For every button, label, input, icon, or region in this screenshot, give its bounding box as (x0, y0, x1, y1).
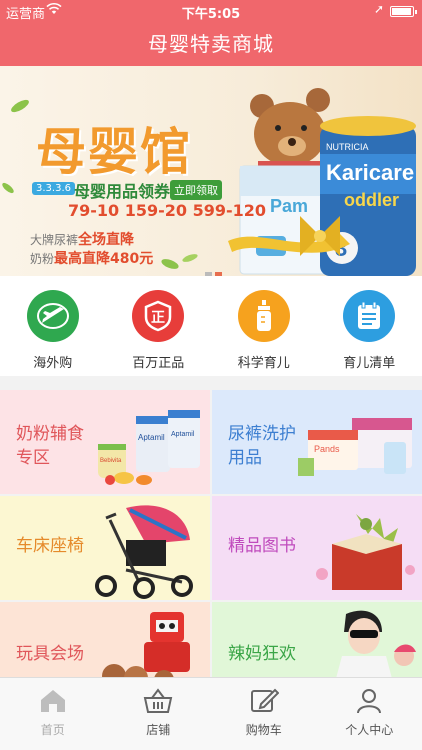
baby-bottle-icon (237, 290, 290, 342)
category-label: 尿裤洗护 用品 (228, 424, 296, 468)
tab-shop[interactable]: 店铺 (106, 678, 212, 750)
status-bar: 运营商 下午5:05 ➚ (0, 0, 422, 22)
svg-text:正: 正 (151, 310, 165, 326)
airplane-icon (26, 290, 79, 342)
category-label: 奶粉辅食 专区 (16, 424, 84, 468)
quick-entry-label: 科学育儿 (237, 356, 290, 371)
banner-brand: 母婴馆 (36, 123, 192, 181)
battery-icon (390, 6, 417, 17)
category-label: 车床座椅 (16, 536, 84, 556)
quick-entry-label: 海外购 (33, 356, 73, 371)
checklist-icon (343, 290, 396, 342)
tab-cart[interactable]: 购物车 (211, 678, 317, 750)
can-name: Karicare (326, 160, 414, 185)
edit-icon (250, 688, 280, 712)
shield-icon: 正 (132, 290, 185, 342)
toy-robot-image (102, 612, 190, 686)
can-brand: NUTRICIA (326, 142, 369, 152)
category-books[interactable]: 精品图书 (212, 496, 422, 600)
carousel-dots[interactable] (205, 262, 225, 276)
home-icon (40, 690, 65, 712)
basket-icon (144, 688, 173, 713)
milk-products-image: Aptamil Aptamil Bebivita (98, 410, 200, 485)
category-milk-food[interactable]: 奶粉辅食 专区 Aptamil Aptamil Bebivita (0, 390, 210, 494)
stroller-image (95, 505, 193, 599)
category-label: 精品图书 (228, 536, 296, 556)
quick-entry-label: 百万正品 (132, 356, 185, 371)
tab-label: 购物车 (245, 723, 282, 737)
quick-entry-checklist[interactable]: 育儿清单 (317, 276, 422, 376)
quick-entry-genuine[interactable]: 正 百万正品 (106, 276, 212, 376)
promo-banner[interactable]: Pam NUTRICIA Karicare oddler 3 母婴馆 3.3.3… (0, 66, 422, 276)
can-sub: oddler (344, 190, 399, 210)
svg-text:Aptamil: Aptamil (138, 433, 165, 442)
category-label: 玩具会场 (16, 644, 84, 664)
quick-entry-overseas[interactable]: 海外购 (0, 276, 106, 376)
banner-milk-promo: 奶粉最高直降480元 (30, 251, 154, 267)
category-diaper-care[interactable]: 尿裤洗护 用品 Pands (212, 390, 422, 494)
svg-text:Pands: Pands (314, 444, 340, 454)
category-label: 辣妈狂欢 (228, 644, 296, 664)
category-stroller-seat[interactable]: 车床座椅 (0, 496, 210, 600)
tab-label: 个人中心 (345, 723, 394, 737)
quick-entry-parenting[interactable]: 科学育儿 (211, 276, 317, 376)
tab-label: 店铺 (146, 723, 171, 737)
diaper-brand: Pam (270, 196, 308, 216)
banner-coupon-text: 母婴用品领券 (74, 182, 171, 201)
quick-entry-row: 海外购 正 百万正品 科学育儿 育儿清单 (0, 276, 422, 376)
tab-profile[interactable]: 个人中心 (317, 678, 422, 750)
nav-bar: 母婴特卖商城 (0, 22, 422, 66)
svg-text:Bebivita: Bebivita (100, 458, 122, 464)
banner-diaper-promo: 大牌尿裤全场直降 (30, 232, 135, 248)
tab-home[interactable]: 首页 (0, 678, 106, 750)
banner-date-tag: 3.3.3.6 (32, 182, 75, 195)
claim-coupon-button[interactable]: 立即领取 (170, 180, 222, 200)
mom-baby-image (334, 610, 416, 686)
quick-entry-label: 育儿清单 (343, 356, 396, 371)
clock: 下午5:05 (181, 7, 241, 22)
svg-text:Aptamil: Aptamil (171, 431, 195, 438)
user-icon (357, 689, 382, 714)
location-icon: ➚ (373, 2, 384, 16)
page-title: 母婴特卖商城 (148, 32, 274, 56)
banner-discount-steps: 79-10 159-20 599-120 (68, 201, 267, 220)
tab-label: 首页 (40, 723, 65, 737)
tab-bar: 首页 店铺 购物车 个人中心 (0, 677, 422, 750)
diaper-products-image: Pands (298, 418, 412, 476)
book-image (316, 514, 415, 590)
